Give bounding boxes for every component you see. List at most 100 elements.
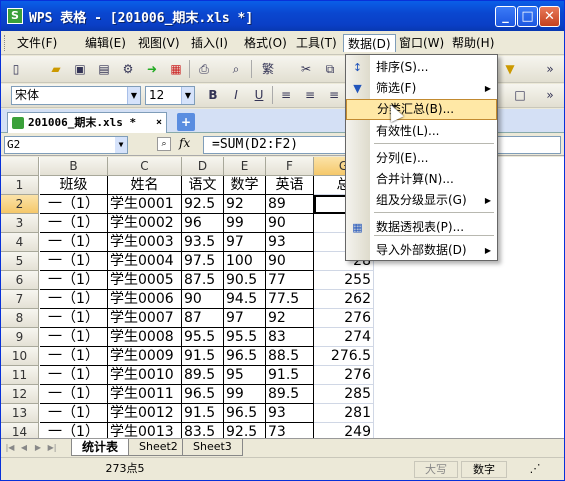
row-header[interactable]: 8 [1, 309, 39, 328]
menu-file[interactable]: 文件(F) [13, 34, 61, 52]
print-icon[interactable]: ⎙ [195, 60, 213, 78]
grid-cell[interactable]: 92 [224, 195, 266, 214]
font-size-select[interactable]: 12 ▼ [145, 86, 195, 105]
grid-cell[interactable]: 一（1） [40, 290, 108, 309]
next-sheet-icon[interactable]: ▶ [33, 442, 43, 454]
cut-icon[interactable]: ✂ [297, 60, 315, 78]
autofilter-icon[interactable]: ▼ [501, 60, 519, 78]
row-header[interactable]: 14 [1, 423, 39, 438]
grid-cell[interactable]: 95.5 [182, 328, 224, 347]
row-header[interactable]: 12 [1, 385, 39, 404]
menu-window[interactable]: 窗口(W) [395, 34, 448, 52]
grid-cell[interactable]: 262 [314, 290, 374, 309]
grid-cell[interactable]: 班级 [40, 176, 108, 195]
menu-insert[interactable]: 插入(I) [187, 34, 232, 52]
grid-cell[interactable]: 276 [314, 309, 374, 328]
grid-cell[interactable]: 学生0001 [108, 195, 182, 214]
grid-cell[interactable]: 90 [266, 252, 314, 271]
bold-button[interactable]: B [204, 86, 222, 104]
grid-cell[interactable]: 285 [314, 385, 374, 404]
row-header[interactable]: 10 [1, 347, 39, 366]
grid-cell[interactable]: 91.5 [266, 366, 314, 385]
menu-edit[interactable]: 编辑(E) [81, 34, 130, 52]
grid-cell[interactable]: 77.5 [266, 290, 314, 309]
grid-cell[interactable]: 姓名 [108, 176, 182, 195]
menu-data[interactable]: 数据(D) [343, 34, 396, 52]
row-header[interactable]: 9 [1, 328, 39, 347]
row-header[interactable]: 4 [1, 233, 39, 252]
minimize-button[interactable]: _ [495, 6, 516, 27]
row-header[interactable]: 2 [1, 195, 39, 214]
sheet-tab-stats[interactable]: 统计表 [71, 439, 130, 456]
grid-cell[interactable]: 96 [182, 214, 224, 233]
resize-grip-icon[interactable]: ⋰ [510, 461, 560, 478]
permission-icon[interactable]: ⚙ [119, 60, 137, 78]
row-header[interactable]: 3 [1, 214, 39, 233]
grid-cell[interactable]: 96.5 [224, 404, 266, 423]
sheet-tab-sheet2[interactable]: Sheet2 [128, 439, 189, 456]
column-header-e[interactable]: E [224, 157, 266, 176]
grid-cell[interactable]: 95.5 [224, 328, 266, 347]
grid-cell[interactable]: 一（1） [40, 366, 108, 385]
align-right-icon[interactable]: ≡ [325, 86, 343, 104]
wps-app-icon[interactable]: S [7, 8, 23, 24]
italic-button[interactable]: I [227, 86, 245, 104]
grid-cell[interactable]: 276 [314, 366, 374, 385]
grid-cell[interactable]: 97.5 [182, 252, 224, 271]
prev-sheet-icon[interactable]: ◀ [19, 442, 29, 454]
underline-button[interactable]: U [250, 86, 268, 104]
grid-cell[interactable]: 学生0011 [108, 385, 182, 404]
menu-help[interactable]: 帮助(H) [448, 34, 498, 52]
grid-cell[interactable]: 83 [266, 328, 314, 347]
select-all-corner[interactable] [1, 157, 39, 176]
grid-cell[interactable]: 学生0010 [108, 366, 182, 385]
grid-cell[interactable]: 83.5 [182, 423, 224, 438]
border-icon[interactable]: □ [511, 86, 529, 104]
grid-cell[interactable]: 90 [266, 214, 314, 233]
grid-cell[interactable]: 一（1） [40, 385, 108, 404]
grid-cell[interactable]: 276.5 [314, 347, 374, 366]
grid-cell[interactable]: 99 [224, 214, 266, 233]
data-menu-item[interactable]: ↕ 排序(S)... [346, 57, 497, 78]
column-header-d[interactable]: D [182, 157, 224, 176]
grid-cell[interactable]: 87.5 [182, 271, 224, 290]
title-bar[interactable]: S WPS 表格 - [201006_期末.xls *] _ □ ✕ [1, 1, 564, 31]
grid-cell[interactable]: 学生0005 [108, 271, 182, 290]
pdf-icon[interactable]: ▦ [167, 60, 185, 78]
grid-cell[interactable]: 学生0006 [108, 290, 182, 309]
menu-view[interactable]: 视图(V) [134, 34, 184, 52]
row-header[interactable]: 5 [1, 252, 39, 271]
grid-cell[interactable]: 90.5 [224, 271, 266, 290]
grid-cell[interactable]: 281 [314, 404, 374, 423]
new-tab-button[interactable]: + [177, 113, 195, 131]
grid-cell[interactable]: 91.5 [182, 404, 224, 423]
grid-cell[interactable]: 学生0008 [108, 328, 182, 347]
row-header[interactable]: 6 [1, 271, 39, 290]
grid-cell[interactable]: 一（1） [40, 214, 108, 233]
grid-cell[interactable]: 学生0009 [108, 347, 182, 366]
copy-icon[interactable]: ⧉ [321, 60, 339, 78]
grid-cell[interactable]: 274 [314, 328, 374, 347]
toolbar-overflow-icon[interactable]: » [541, 60, 559, 78]
grid-cell[interactable]: 学生0004 [108, 252, 182, 271]
data-menu-item[interactable]: 组及分级显示(G) ▶ [346, 190, 497, 211]
name-box[interactable]: G2 ▼ [4, 136, 128, 154]
grid-cell[interactable]: 学生0012 [108, 404, 182, 423]
data-menu-item[interactable]: 分类汇总(B)... [346, 99, 497, 120]
grid-cell[interactable]: 学生0003 [108, 233, 182, 252]
grid-cell[interactable]: 一（1） [40, 233, 108, 252]
column-header-f[interactable]: F [266, 157, 314, 176]
row-header[interactable]: 7 [1, 290, 39, 309]
last-sheet-icon[interactable]: ▶| [47, 442, 57, 454]
data-menu-item[interactable]: 有效性(L)... [346, 121, 497, 142]
grid-cell[interactable]: 一（1） [40, 347, 108, 366]
grid-cell[interactable]: 99 [224, 385, 266, 404]
sheet-tab-sheet3[interactable]: Sheet3 [182, 439, 243, 456]
print-preview-icon[interactable]: ▤ [95, 60, 113, 78]
data-menu-item[interactable]: 合并计算(N)... [346, 169, 497, 190]
column-header-c[interactable]: C [108, 157, 182, 176]
grid-cell[interactable]: 91.5 [182, 347, 224, 366]
grid-cell[interactable]: 89.5 [266, 385, 314, 404]
grid-cell[interactable]: 100 [224, 252, 266, 271]
grid-cell[interactable]: 92 [266, 309, 314, 328]
